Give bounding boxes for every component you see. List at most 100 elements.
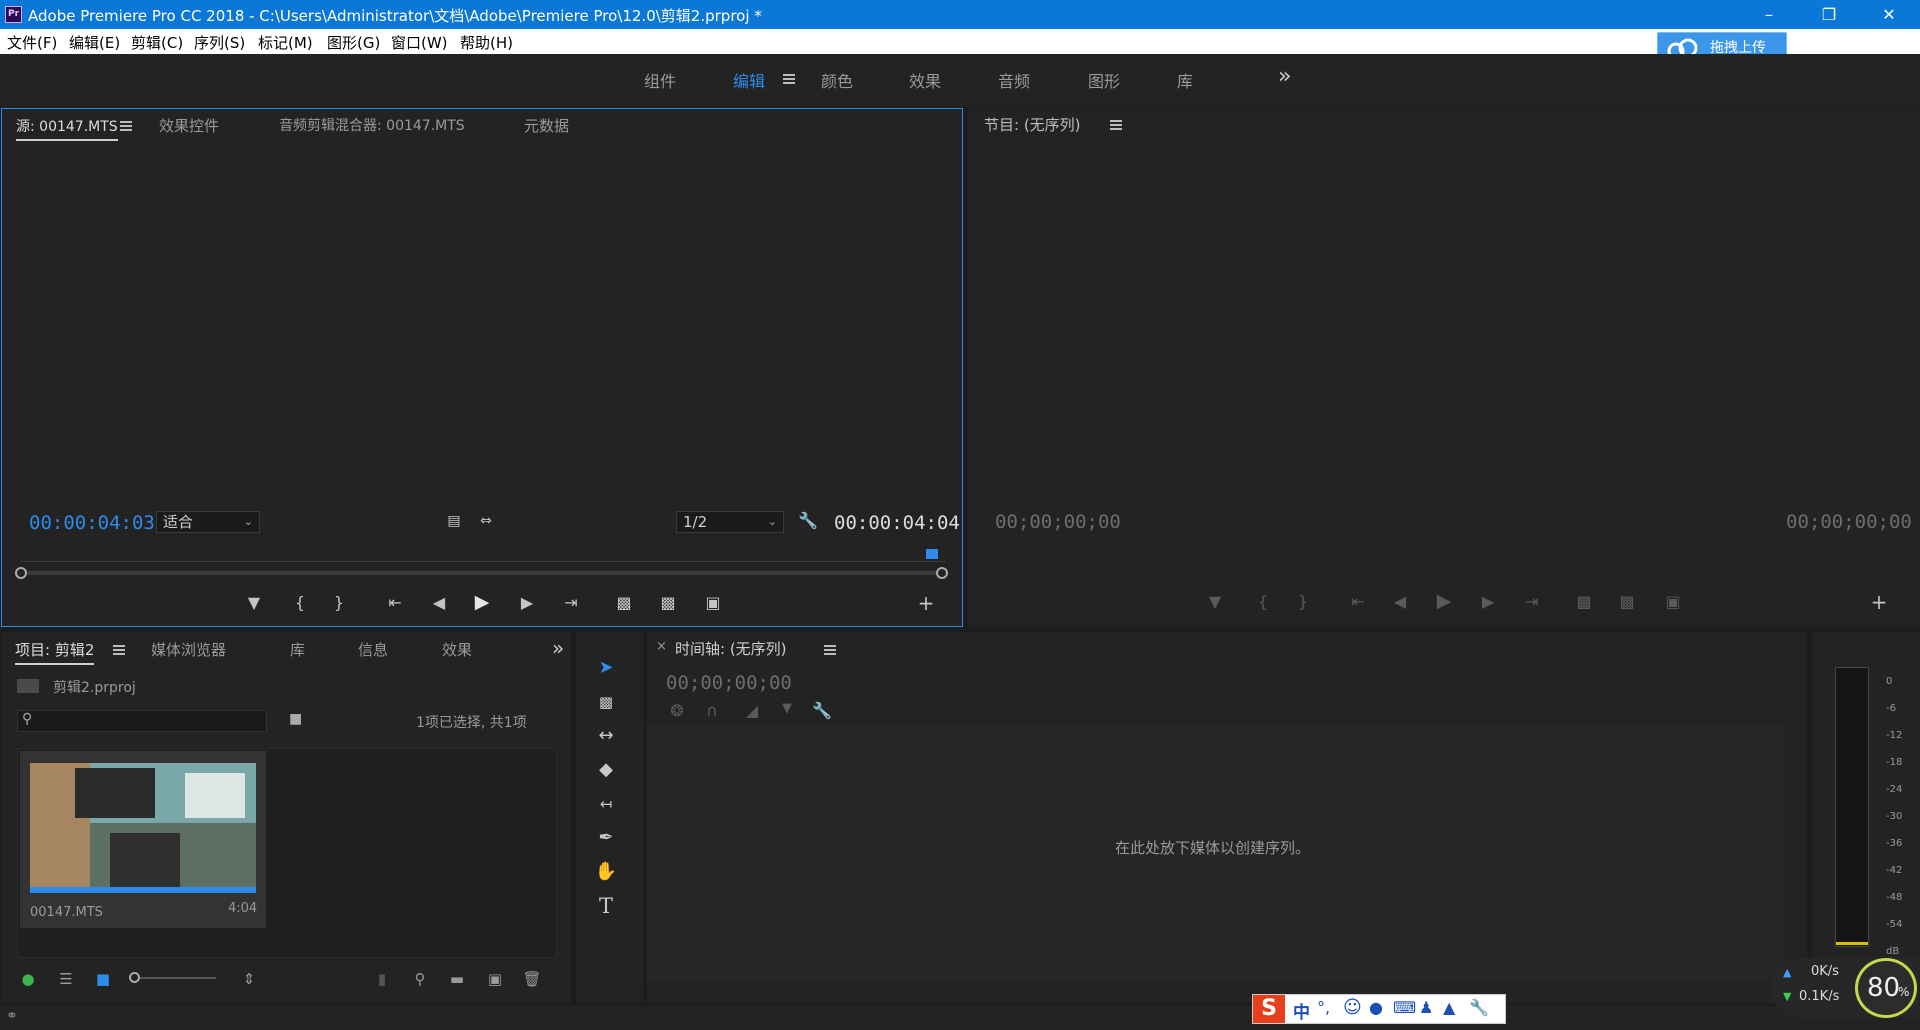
overwrite-icon[interactable]: ▩ — [653, 593, 683, 612]
drag-video-icon[interactable]: ▤ — [439, 513, 469, 529]
workspace-overflow-icon[interactable]: » — [1278, 64, 1291, 89]
linked-selection-icon[interactable]: ◢ — [737, 701, 767, 720]
source-current-timecode[interactable]: 00:00:04:03 — [29, 512, 155, 534]
hand-tool-icon[interactable]: ✋ — [590, 858, 622, 886]
drag-audio-icon[interactable]: ⇔ — [471, 513, 501, 529]
tab-timeline[interactable]: 时间轴: (无序列) — [675, 638, 787, 659]
workspace-editing[interactable]: 编辑 — [733, 68, 765, 92]
emoji-icon[interactable]: ☺ — [1343, 997, 1362, 1018]
zoom-slider[interactable] — [131, 977, 216, 979]
workspace-graphics[interactable]: 图形 — [1088, 68, 1120, 92]
workspace-libraries[interactable]: 库 — [1177, 68, 1193, 92]
resolution-select[interactable]: 1/2 ⌄ — [676, 511, 784, 533]
selection-tool-icon[interactable]: ➤ — [590, 654, 622, 682]
lift-icon[interactable]: ▩ — [1569, 592, 1599, 611]
new-bin-icon[interactable]: ▬ — [444, 970, 470, 988]
mark-in-icon[interactable]: { — [285, 593, 315, 612]
sort-icon[interactable]: ⇕ — [236, 970, 262, 988]
source-ruler[interactable] — [20, 561, 946, 562]
list-view-icon[interactable]: ☰ — [53, 970, 79, 988]
button-editor-plus-icon[interactable]: + — [911, 591, 941, 615]
ime-mode[interactable]: 中 — [1293, 998, 1310, 1023]
program-panel-menu-icon[interactable] — [1110, 120, 1122, 130]
mark-in-icon[interactable]: { — [1248, 592, 1278, 611]
menu-edit[interactable]: 编辑(E) — [69, 32, 120, 53]
settings-wrench-icon[interactable]: 🔧 — [793, 511, 823, 530]
microphone-icon[interactable]: ● — [1369, 998, 1383, 1017]
zoom-slider-handle[interactable] — [129, 972, 140, 983]
tab-project[interactable]: 项目: 剪辑2 — [15, 639, 95, 665]
step-back-icon[interactable]: ◀ — [424, 593, 454, 612]
playhead-icon[interactable] — [926, 549, 938, 559]
button-editor-plus-icon[interactable]: + — [1864, 590, 1894, 614]
slip-tool-icon[interactable]: ↤ — [590, 790, 622, 818]
minimize-button[interactable]: – — [1746, 0, 1792, 29]
play-icon[interactable]: ▶ — [467, 591, 497, 613]
network-speed-widget[interactable]: ▲ 0K/s ▼ 0.1K/s 80 % — [1771, 958, 1919, 1018]
go-to-in-icon[interactable]: ⇤ — [1343, 592, 1373, 611]
source-zoom-bar[interactable] — [20, 571, 946, 575]
nest-icon[interactable]: ❂ — [662, 701, 692, 720]
extract-icon[interactable]: ▩ — [1612, 592, 1642, 611]
tab-media-browser[interactable]: 媒体浏览器 — [151, 639, 226, 660]
ripple-edit-tool-icon[interactable]: ↔ — [590, 722, 622, 750]
export-frame-camera-icon[interactable]: ▣ — [698, 593, 728, 612]
zoom-handle-right[interactable] — [936, 567, 948, 579]
step-back-icon[interactable]: ◀ — [1385, 592, 1415, 611]
ime-toolbar[interactable]: S 中 °, ☺ ● ⌨ ♟ ▲ 🔧 — [1252, 994, 1506, 1024]
timeline-panel-menu-icon[interactable] — [824, 645, 836, 655]
timeline-close-icon[interactable]: × — [656, 639, 667, 654]
workspace-assembly[interactable]: 组件 — [644, 68, 676, 92]
snap-magnet-icon[interactable]: ∩ — [697, 701, 727, 720]
menu-file[interactable]: 文件(F) — [7, 32, 57, 53]
export-frame-camera-icon[interactable]: ▣ — [1658, 592, 1688, 611]
tab-effect-controls[interactable]: 效果控件 — [159, 115, 219, 136]
add-marker-icon[interactable]: ▼ — [239, 593, 269, 612]
step-forward-icon[interactable]: ▶ — [1473, 592, 1503, 611]
go-to-out-icon[interactable]: ⇥ — [1517, 592, 1547, 611]
program-current-timecode[interactable]: 00;00;00;00 — [995, 511, 1121, 533]
razor-tool-icon[interactable]: ◆ — [590, 756, 622, 784]
project-panel-menu-icon[interactable] — [113, 645, 125, 655]
workspace-menu-icon[interactable] — [783, 74, 795, 84]
track-select-tool-icon[interactable]: ▩ — [590, 688, 622, 716]
panel-overflow-icon[interactable]: » — [552, 636, 564, 660]
sync-icon[interactable]: ⚭ — [6, 1008, 18, 1024]
keyboard-icon[interactable]: ⌨ — [1393, 998, 1416, 1017]
timeline-timecode[interactable]: 00;00;00;00 — [666, 672, 792, 694]
type-tool-icon[interactable]: T — [590, 892, 622, 920]
tools-wrench-icon[interactable]: 🔧 — [1469, 998, 1489, 1017]
go-to-in-icon[interactable]: ⇤ — [380, 593, 410, 612]
automate-to-sequence-icon[interactable]: ▮ — [369, 970, 395, 988]
user-icon[interactable]: ♟ — [1419, 998, 1433, 1017]
zoom-handle-left[interactable] — [15, 567, 27, 579]
source-panel-menu-icon[interactable] — [120, 121, 132, 131]
pen-tool-icon[interactable]: ✒ — [590, 824, 622, 852]
menu-window[interactable]: 窗口(W) — [391, 32, 448, 53]
punctuation-icon[interactable]: °, — [1317, 998, 1330, 1017]
timeline-settings-wrench-icon[interactable]: 🔧 — [807, 701, 837, 720]
play-icon[interactable]: ▶ — [1429, 590, 1459, 612]
fit-select[interactable]: 适合 ⌄ — [156, 511, 260, 533]
insert-icon[interactable]: ▩ — [609, 593, 639, 612]
trash-icon[interactable]: 🗑 — [519, 970, 545, 988]
menu-help[interactable]: 帮助(H) — [460, 32, 513, 53]
go-to-out-icon[interactable]: ⇥ — [556, 593, 586, 612]
close-button[interactable]: ✕ — [1866, 0, 1912, 29]
tab-audio-clip-mixer[interactable]: 音频剪辑混合器: 00147.MTS — [279, 115, 465, 135]
find-icon[interactable]: ⚲ — [407, 970, 433, 988]
menu-graphics[interactable]: 图形(G) — [327, 32, 380, 53]
workspace-color[interactable]: 颜色 — [821, 68, 853, 92]
clip-thumbnail-card[interactable]: 00147.MTS 4:04 — [20, 751, 266, 928]
new-item-icon[interactable]: ▣ — [482, 970, 508, 988]
add-marker-icon[interactable]: ▼ — [1200, 592, 1230, 611]
workspace-audio[interactable]: 音频 — [998, 68, 1030, 92]
workspace-effects[interactable]: 效果 — [909, 68, 941, 92]
menu-clip[interactable]: 剪辑(C) — [131, 32, 183, 53]
project-search-input[interactable]: ⚲ — [17, 710, 267, 732]
menu-marker[interactable]: 标记(M) — [258, 32, 313, 53]
icon-view-icon[interactable]: ■ — [90, 970, 116, 988]
skin-shirt-icon[interactable]: ▲ — [1443, 998, 1455, 1017]
tab-source[interactable]: 源: 00147.MTS — [16, 116, 118, 141]
mark-out-icon[interactable]: } — [1288, 592, 1318, 611]
